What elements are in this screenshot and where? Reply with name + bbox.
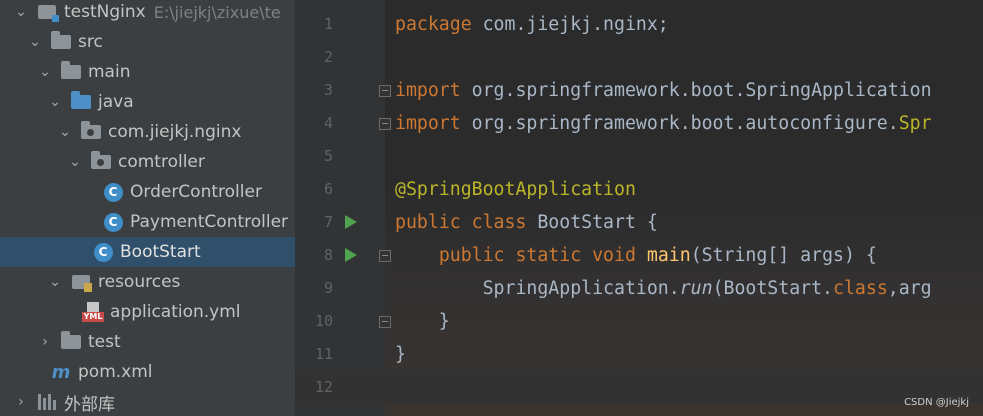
- yml-file-icon: YML: [81, 302, 105, 322]
- folder-icon: [50, 31, 72, 52]
- code-line-6: @SpringBootApplication: [395, 179, 636, 200]
- fold-marker-icon[interactable]: [379, 85, 391, 97]
- tree-item-main[interactable]: ⌄ main: [0, 57, 295, 87]
- tree-item-bootstart[interactable]: C BootStart: [0, 237, 295, 267]
- maven-icon: m: [51, 361, 71, 383]
- tree-item-label: 外部库: [64, 394, 115, 415]
- run-class-icon[interactable]: [345, 215, 357, 229]
- line-number: 4: [323, 114, 333, 132]
- chevron-down-icon[interactable]: ⌄: [14, 2, 28, 22]
- class-icon: C: [102, 182, 124, 202]
- tree-item-comtroller[interactable]: ⌄ comtroller: [0, 147, 295, 177]
- current-line-highlight: [295, 370, 983, 403]
- tree-item-project[interactable]: ⌄ testNginx E:\jiejkj\zixue\te: [0, 0, 295, 27]
- chevron-down-icon[interactable]: ⌄: [58, 122, 72, 142]
- run-main-icon[interactable]: [345, 248, 357, 262]
- tree-item-order-controller[interactable]: C OrderController: [0, 177, 295, 207]
- fold-marker-icon[interactable]: [379, 250, 391, 262]
- folder-icon: [60, 331, 82, 352]
- runnable-class-icon: C: [92, 242, 114, 262]
- line-number: 9: [323, 279, 333, 297]
- code-line-8: public static void main(String[] args) {: [438, 245, 877, 266]
- line-number: 2: [323, 48, 333, 66]
- code-line-7: public class BootStart {: [395, 212, 658, 233]
- libraries-icon: [36, 392, 58, 412]
- code-line-11: }: [395, 344, 406, 365]
- chevron-down-icon[interactable]: ⌄: [48, 272, 62, 292]
- resources-folder-icon: [70, 272, 92, 292]
- project-path: E:\jiejkj\zixue\te: [153, 2, 281, 22]
- tree-item-java[interactable]: ⌄ java: [0, 87, 295, 117]
- module-folder-icon: [36, 2, 59, 22]
- class-icon: C: [102, 212, 124, 232]
- folder-icon: [60, 61, 82, 82]
- chevron-right-icon[interactable]: ›: [14, 392, 28, 412]
- line-number: 6: [323, 180, 333, 198]
- tree-item-label: resources: [98, 272, 181, 292]
- chevron-down-icon[interactable]: ⌄: [48, 92, 62, 112]
- tree-item-payment-controller[interactable]: C PaymentController: [0, 207, 295, 237]
- tree-item-label: java: [98, 92, 134, 112]
- tree-item-label: com.jiejkj.nginx: [108, 122, 242, 142]
- tree-item-label: OrderController: [130, 182, 262, 202]
- tree-item-label: PaymentController: [130, 212, 289, 232]
- ide-window: ⌄ testNginx E:\jiejkj\zixue\te ⌄ src ⌄ m…: [0, 0, 983, 416]
- tree-item-src[interactable]: ⌄ src: [0, 27, 295, 57]
- tree-item-label: BootStart: [120, 242, 201, 262]
- line-number: 7: [323, 213, 333, 231]
- tree-item-resources[interactable]: ⌄ resources: [0, 267, 295, 297]
- code-line-4: import org.springframework.boot.autoconf…: [395, 113, 932, 134]
- chevron-down-icon[interactable]: ⌄: [28, 32, 42, 52]
- fold-marker-icon[interactable]: [379, 316, 391, 328]
- fold-marker-icon[interactable]: [379, 118, 391, 130]
- package-icon: [90, 151, 112, 172]
- chevron-right-icon[interactable]: ›: [38, 332, 52, 352]
- code-line-1: package com.jiejkj.nginx;: [395, 14, 669, 35]
- tree-item-pom-xml[interactable]: m pom.xml: [0, 357, 295, 387]
- line-number: 5: [323, 147, 333, 165]
- source-folder-icon: [70, 91, 92, 112]
- package-icon: [80, 121, 102, 142]
- project-name: testNginx: [64, 2, 146, 22]
- line-number: 11: [314, 345, 333, 363]
- watermark: CSDN @Jiejkj: [904, 397, 969, 408]
- tree-item-label: application.yml: [110, 302, 241, 322]
- tree-item-application-yml[interactable]: YML application.yml: [0, 297, 295, 327]
- tree-item-package[interactable]: ⌄ com.jiejkj.nginx: [0, 117, 295, 147]
- tree-item-external-libraries[interactable]: › 外部库: [0, 387, 295, 416]
- code-line-9: SpringApplication.run(BootStart.class,ar…: [395, 278, 932, 299]
- tree-item-label: test: [88, 332, 121, 352]
- tree-item-label: main: [88, 62, 131, 82]
- project-tree: ⌄ testNginx E:\jiejkj\zixue\te ⌄ src ⌄ m…: [0, 0, 295, 416]
- tree-item-label: pom.xml: [78, 362, 153, 382]
- line-number: 1: [323, 15, 333, 33]
- tree-item-label: comtroller: [118, 152, 205, 172]
- code-line-3: import org.springframework.boot.SpringAp…: [395, 80, 932, 101]
- line-number: 12: [314, 378, 333, 396]
- tree-item-test[interactable]: › test: [0, 327, 295, 357]
- line-number: 3: [323, 81, 333, 99]
- chevron-down-icon[interactable]: ⌄: [38, 62, 52, 82]
- tree-item-label: src: [78, 32, 103, 52]
- line-number: 8: [323, 246, 333, 264]
- chevron-down-icon[interactable]: ⌄: [68, 152, 82, 172]
- code-line-10: }: [395, 311, 450, 332]
- line-number: 10: [314, 312, 333, 330]
